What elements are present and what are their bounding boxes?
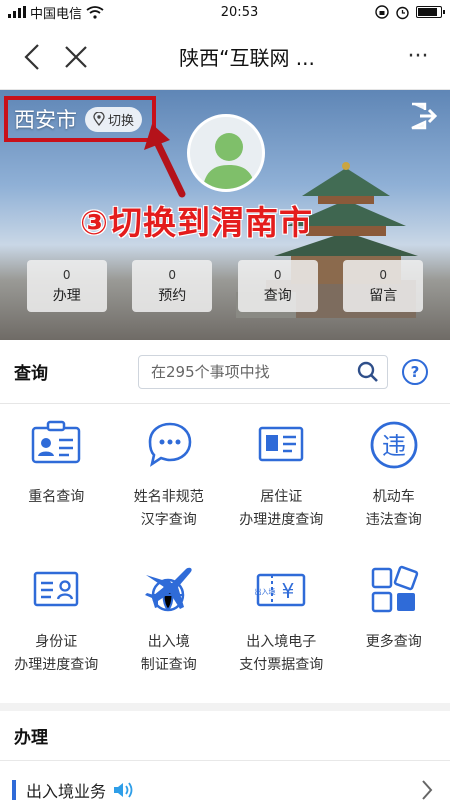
search-placeholder: 在295个事项中找: [151, 363, 270, 381]
annotation-text: ③切换到渭南市: [80, 203, 313, 242]
search-input[interactable]: 在295个事项中找: [138, 354, 388, 389]
query-section-title: 查询: [14, 364, 48, 384]
carrier-label: 中国电信: [30, 6, 83, 22]
help-icon[interactable]: ?: [402, 358, 428, 385]
tile-label: 出入境 制证查询: [140, 634, 197, 673]
close-icon: [65, 45, 87, 68]
query-search-row: 查询 在295个事项中找 ?: [0, 340, 450, 404]
chevron-right-icon: [422, 780, 433, 800]
list-item-label: 出入境业务: [26, 782, 107, 800]
tile-duplicate-name[interactable]: 重名查询: [0, 418, 113, 563]
stat-query[interactable]: 0 查询: [237, 260, 318, 312]
stats-row: 0 办理 0 预约 0 查询 0 留言: [0, 260, 450, 312]
avatar[interactable]: [187, 114, 265, 192]
stat-appointment[interactable]: 0 预约: [132, 260, 213, 312]
stat-count: 0: [168, 267, 177, 282]
lock-rotation-icon: [375, 5, 389, 19]
speaker-icon[interactable]: [112, 780, 134, 800]
residence-card-icon: [259, 426, 304, 462]
tile-label: 更多查询: [365, 634, 422, 650]
wifi-icon: [86, 5, 104, 19]
nav-bar: 陕西“互联网 ... ···: [0, 24, 450, 90]
alarm-icon: [396, 6, 409, 19]
status-bar: 中国电信 20:53: [0, 0, 450, 24]
stat-message[interactable]: 0 留言: [343, 260, 424, 312]
city-name: 西安市: [14, 108, 77, 132]
stat-handle[interactable]: 0 办理: [26, 260, 107, 312]
airplane-globe-icon: [144, 567, 192, 612]
tile-vehicle-violation[interactable]: 违 机动车 违法查询: [338, 418, 450, 563]
tile-residence-permit[interactable]: 居住证 办理进度查询: [225, 418, 338, 563]
tile-label: 机动车 违法查询: [365, 489, 422, 528]
tile-label: 出入境电子 支付票据查询: [239, 634, 324, 673]
tile-label: 姓名非规范 汉字查询: [133, 489, 204, 528]
ticket-icon: 出入境 ¥: [255, 573, 306, 607]
svg-text:违: 违: [382, 432, 406, 460]
identity-card-icon: [34, 571, 79, 607]
status-left: 中国电信: [8, 3, 104, 22]
list-item-exit-entry[interactable]: 出入境业务: [0, 761, 450, 800]
more-button[interactable]: ···: [396, 35, 440, 79]
svg-text:出入境: 出入境: [255, 587, 276, 596]
back-button[interactable]: [10, 35, 54, 79]
stat-count: 0: [62, 267, 71, 282]
more-icon: ···: [407, 44, 429, 69]
tile-label: 身份证 办理进度查询: [14, 634, 99, 673]
stat-label: 办理: [52, 287, 81, 304]
svg-text:¥: ¥: [282, 579, 295, 603]
logout-icon[interactable]: [408, 102, 438, 130]
chat-bubbles-icon: [148, 422, 192, 467]
status-right: [375, 5, 445, 20]
query-grid: 重名查询 姓名非规范 汉字查询 居住证 办理进度查询 违 机动车 违法查询 身份…: [0, 404, 450, 711]
clock: 20:53: [220, 4, 259, 20]
hero-banner: 西安市 切换 ③切换到渭南市 0 办理 0 预约 0 查询 0 留言: [0, 90, 450, 340]
stat-count: 0: [273, 267, 282, 282]
tile-label: 居住证 办理进度查询: [239, 489, 324, 528]
page-title: 陕西“互联网 ...: [179, 46, 315, 70]
tile-more-query[interactable]: 更多查询: [338, 563, 450, 703]
stat-count: 0: [379, 267, 388, 282]
list-marker: [12, 780, 16, 800]
stat-label: 留言: [369, 287, 398, 304]
tile-exit-entry-receipt[interactable]: 出入境 ¥ 出入境电子 支付票据查询: [225, 563, 338, 703]
more-grid-icon: [371, 565, 418, 613]
tile-label: 重名查询: [28, 489, 85, 505]
switch-city-button[interactable]: 切换: [85, 106, 143, 132]
battery-icon: [415, 6, 445, 18]
violation-icon: 违: [370, 421, 418, 469]
switch-label: 切换: [108, 113, 135, 129]
id-card-icon: [32, 420, 81, 464]
handle-section-title: 办理: [0, 711, 450, 761]
search-icon[interactable]: [357, 361, 379, 383]
back-chevron-icon: [24, 43, 39, 70]
close-button[interactable]: [54, 35, 98, 79]
stat-label: 预约: [158, 287, 187, 304]
location-pin-icon: [93, 112, 105, 126]
signal-icon: [8, 6, 26, 18]
stat-label: 查询: [263, 287, 292, 304]
tile-id-card-progress[interactable]: 身份证 办理进度查询: [0, 563, 113, 703]
tile-exit-entry-cert[interactable]: 出入境 制证查询: [113, 563, 226, 703]
city-selector[interactable]: 西安市 切换: [4, 96, 156, 142]
tile-nonstandard-name[interactable]: 姓名非规范 汉字查询: [113, 418, 226, 563]
